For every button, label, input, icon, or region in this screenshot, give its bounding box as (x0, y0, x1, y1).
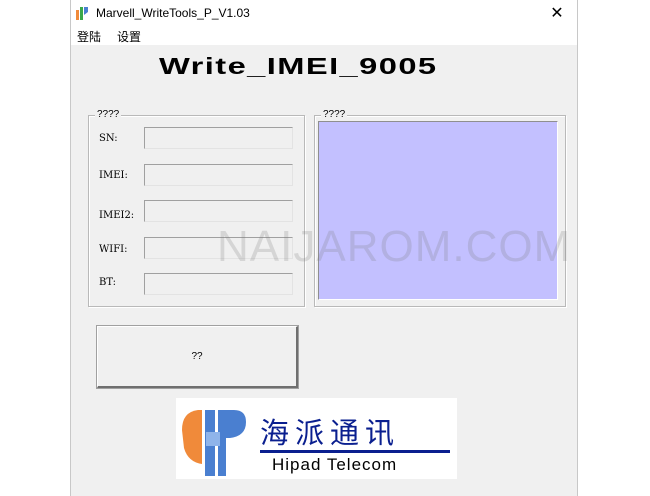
imei-label: IMEI: (99, 170, 128, 181)
app-window: Marvell_WriteTools_P_V1.03 ✕ 登陆 设置 Write… (70, 0, 578, 496)
wifi-input[interactable] (144, 237, 293, 259)
sn-input[interactable] (144, 127, 293, 149)
menu-bar: 登陆 设置 (71, 26, 577, 46)
window-title: Marvell_WriteTools_P_V1.03 (96, 6, 250, 20)
imei2-input[interactable] (144, 200, 293, 222)
logo-underline (260, 450, 450, 453)
wifi-label: WIFI: (99, 244, 128, 255)
status-display-panel (318, 121, 558, 300)
menu-item-settings[interactable]: 设置 (117, 28, 141, 45)
hipad-logo-icon (182, 410, 246, 476)
bt-input[interactable] (144, 273, 293, 295)
logo-english-text: Hipad Telecom (272, 455, 398, 474)
app-logo-icon (76, 7, 88, 20)
imei2-label: IMEI2: (99, 210, 135, 221)
input-group-legend: ???? (95, 109, 122, 121)
menu-item-login[interactable]: 登陆 (77, 28, 101, 45)
title-bar[interactable]: Marvell_WriteTools_P_V1.03 ✕ (71, 0, 577, 26)
close-icon: ✕ (550, 5, 564, 22)
input-group-box: ???? SN: IMEI: IMEI2: WIFI: BT: (88, 109, 305, 307)
bt-label: BT: (99, 277, 117, 288)
company-logo: 海派通讯 Hipad Telecom (176, 398, 457, 479)
logo-chinese-text: 海派通讯 (260, 416, 401, 450)
display-group-box: ???? (314, 109, 566, 307)
write-button[interactable]: ?? (96, 325, 299, 389)
display-group-legend: ???? (321, 109, 348, 121)
page-title: Write_IMEI_9005 (159, 53, 438, 79)
close-button[interactable]: ✕ (537, 0, 577, 26)
imei-input[interactable] (144, 164, 293, 186)
sn-label: SN: (99, 133, 118, 144)
